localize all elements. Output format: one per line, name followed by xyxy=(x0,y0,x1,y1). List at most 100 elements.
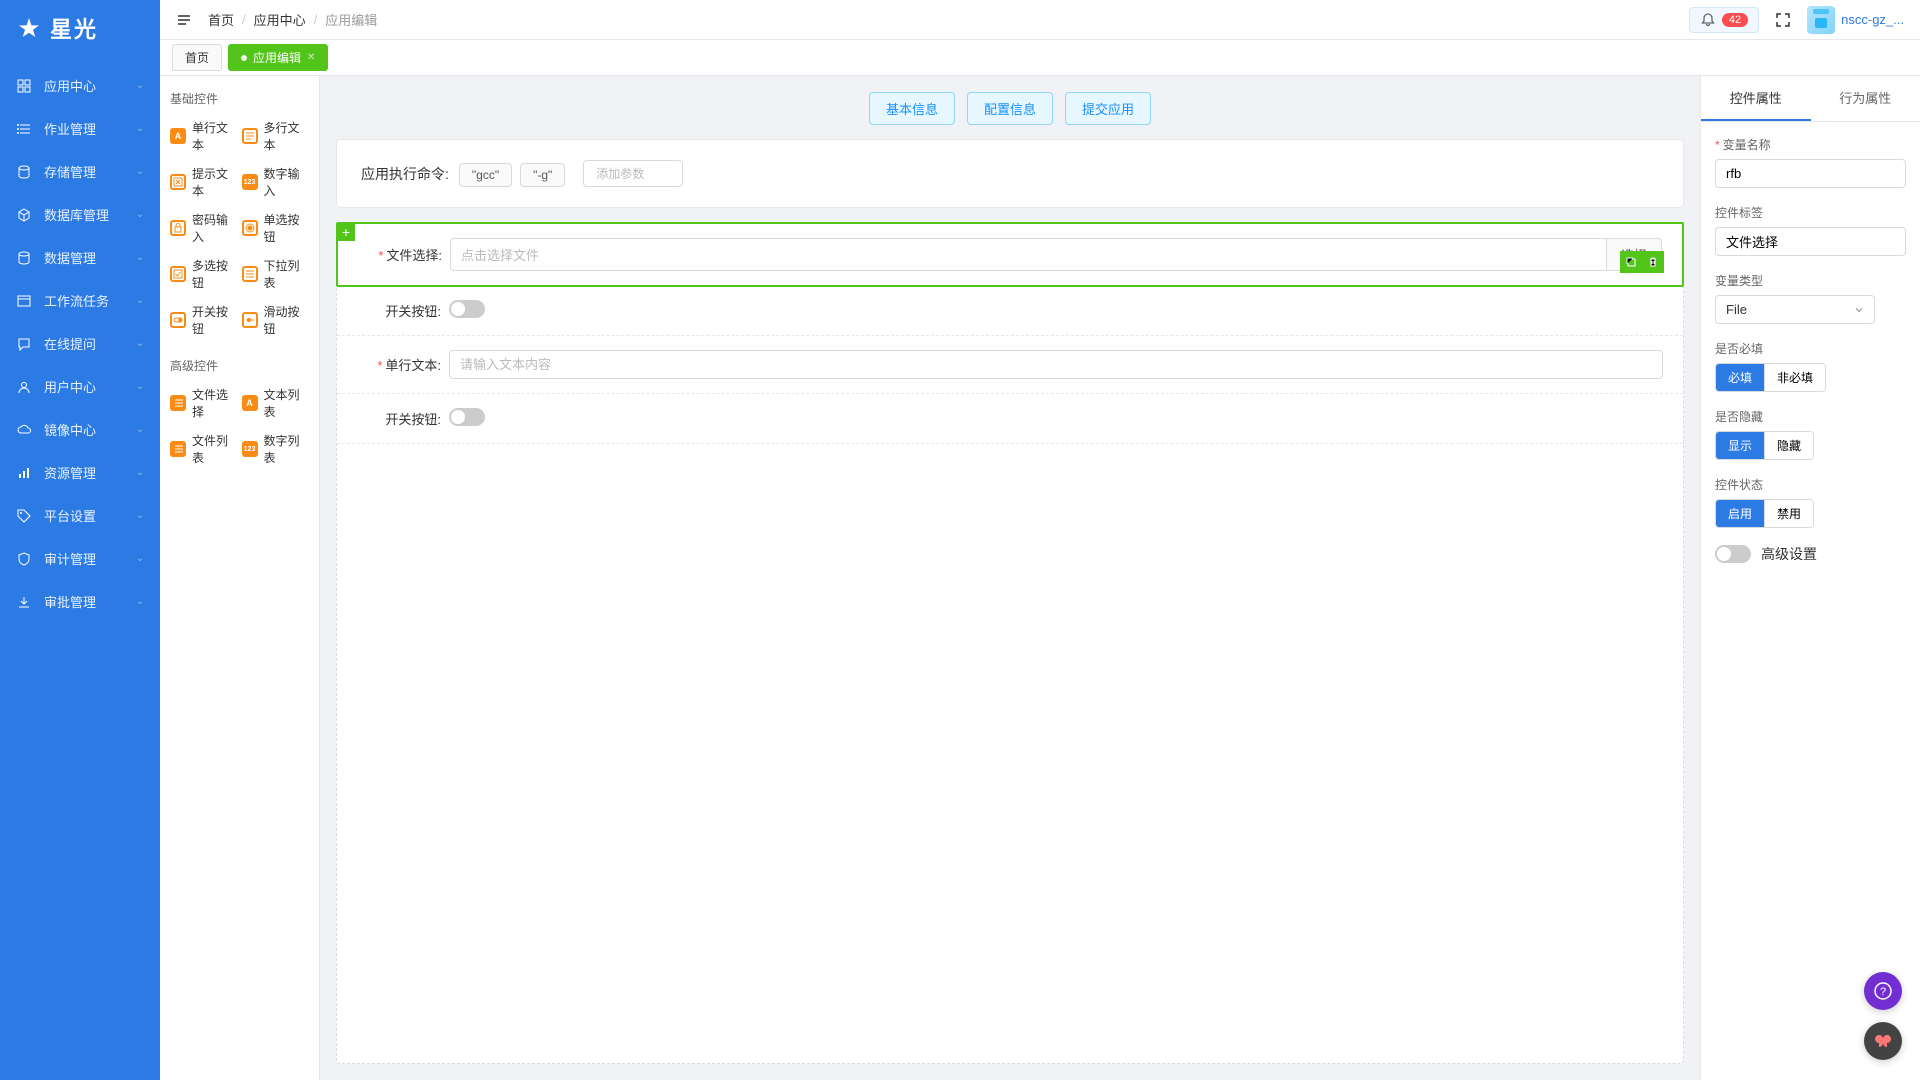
nav-label: 应用中心 xyxy=(44,76,136,95)
breadcrumb-item[interactable]: 首页 xyxy=(208,10,234,29)
form-item-label: *文件选择: xyxy=(358,245,450,264)
add-param-input[interactable]: 添加参数 xyxy=(583,160,683,187)
tab-behavior-props[interactable]: 行为属性 xyxy=(1811,76,1920,121)
var-name-label: *变量名称 xyxy=(1715,136,1906,153)
palette-label: 滑动按钮 xyxy=(264,303,310,337)
palette-slider[interactable]: 滑动按钮 xyxy=(242,301,310,339)
form-item[interactable]: 开关按钮: xyxy=(337,394,1683,444)
palette-label: 单行文本 xyxy=(192,119,238,153)
nav-item-7[interactable]: 用户中心⌄ xyxy=(0,365,160,408)
close-icon[interactable]: ✕ xyxy=(307,52,315,63)
page-tab[interactable]: 应用编辑✕ xyxy=(228,44,328,71)
switch-control[interactable] xyxy=(449,408,485,426)
palette-multi-text[interactable]: 多行文本 xyxy=(242,117,310,155)
command-label: 应用执行命令: xyxy=(361,164,449,184)
command-chip[interactable]: "gcc" xyxy=(459,163,512,187)
chevron-down-icon: ⌄ xyxy=(136,467,144,478)
notification-button[interactable]: 42 xyxy=(1689,7,1759,33)
palette-label: 文件选择 xyxy=(192,386,238,420)
nav-item-11[interactable]: 审计管理⌄ xyxy=(0,537,160,580)
flow-icon xyxy=(16,293,32,309)
nav-label: 平台设置 xyxy=(44,506,136,525)
palette-single-text[interactable]: A单行文本 xyxy=(170,117,238,155)
palette-password-input[interactable]: 密码输入 xyxy=(170,209,238,247)
nav-item-6[interactable]: 在线提问⌄ xyxy=(0,322,160,365)
header: 首页 / 应用中心 / 应用编辑 42 nscc-gz_... xyxy=(160,0,1920,40)
required-no[interactable]: 非必填 xyxy=(1764,364,1825,391)
fab-brain[interactable] xyxy=(1864,1022,1902,1060)
var-name-input[interactable] xyxy=(1715,159,1906,188)
hamburger-icon[interactable] xyxy=(176,12,192,28)
palette-switch[interactable]: 开关按钮 xyxy=(170,301,238,339)
bars-icon xyxy=(16,465,32,481)
state-disabled[interactable]: 禁用 xyxy=(1764,500,1813,527)
palette-label: 文本列表 xyxy=(264,386,310,420)
delete-icon[interactable] xyxy=(1642,251,1664,273)
grid-icon xyxy=(16,78,32,94)
db-icon xyxy=(16,250,32,266)
plus-icon[interactable]: + xyxy=(337,223,355,241)
breadcrumb-item: 应用编辑 xyxy=(325,10,377,29)
var-type-select[interactable]: File xyxy=(1715,295,1875,324)
palette-label: 下拉列表 xyxy=(264,257,310,291)
tab-widget-props[interactable]: 控件属性 xyxy=(1701,76,1811,121)
command-chip[interactable]: "-g" xyxy=(520,163,565,187)
palette-label: 数字列表 xyxy=(264,432,310,466)
bell-icon xyxy=(1700,12,1716,28)
palette-number-list[interactable]: 123数字列表 xyxy=(242,430,310,468)
form-item[interactable]: 开关按钮: xyxy=(337,286,1683,336)
nav-item-8[interactable]: 镜像中心⌄ xyxy=(0,408,160,451)
nav-item-1[interactable]: 作业管理⌄ xyxy=(0,107,160,150)
palette-text-list[interactable]: A文本列表 xyxy=(242,384,310,422)
advanced-switch[interactable] xyxy=(1715,545,1751,563)
breadcrumb-sep: / xyxy=(242,12,246,27)
nav-label: 资源管理 xyxy=(44,463,136,482)
palette-file-list[interactable]: 文件列表 xyxy=(170,430,238,468)
chat-icon xyxy=(16,336,32,352)
state-enabled[interactable]: 启用 xyxy=(1716,500,1764,527)
nav-item-2[interactable]: 存储管理⌄ xyxy=(0,150,160,193)
nav-item-4[interactable]: 数据管理⌄ xyxy=(0,236,160,279)
text-input[interactable] xyxy=(449,350,1663,379)
palette-hint-text[interactable]: 提示文本 xyxy=(170,163,238,201)
download-icon xyxy=(16,594,32,610)
palette-label: 开关按钮 xyxy=(192,303,238,337)
nav-item-9[interactable]: 资源管理⌄ xyxy=(0,451,160,494)
nav-item-3[interactable]: 数据库管理⌄ xyxy=(0,193,160,236)
form-item[interactable]: *单行文本: xyxy=(337,336,1683,394)
action-button[interactable]: 配置信息 xyxy=(967,92,1053,125)
breadcrumb-item[interactable]: 应用中心 xyxy=(254,10,306,29)
required-label: 是否必填 xyxy=(1715,340,1906,357)
switch-control[interactable] xyxy=(449,300,485,318)
hidden-group: 显示 隐藏 xyxy=(1715,431,1814,460)
list-icon xyxy=(16,121,32,137)
nav-item-10[interactable]: 平台设置⌄ xyxy=(0,494,160,537)
action-button[interactable]: 提交应用 xyxy=(1065,92,1151,125)
shield-icon xyxy=(16,551,32,567)
fab-help[interactable]: ? xyxy=(1864,972,1902,1010)
palette-file-select[interactable]: 文件选择 xyxy=(170,384,238,422)
file-input[interactable]: 点击选择文件 xyxy=(450,238,1607,271)
logo: 星光 xyxy=(0,0,160,56)
required-yes[interactable]: 必填 xyxy=(1716,364,1764,391)
page-tab[interactable]: 首页 xyxy=(172,44,222,71)
form-item[interactable]: +*文件选择:点击选择文件选择 xyxy=(336,222,1684,287)
hidden-show[interactable]: 显示 xyxy=(1716,432,1764,459)
palette-label: 文件列表 xyxy=(192,432,238,466)
breadcrumb-sep: / xyxy=(314,12,318,27)
action-button[interactable]: 基本信息 xyxy=(869,92,955,125)
palette-radio[interactable]: 单选按钮 xyxy=(242,209,310,247)
copy-icon[interactable] xyxy=(1620,251,1642,273)
chevron-down-icon: ⌄ xyxy=(136,381,144,392)
palette-number-input[interactable]: 123数字输入 xyxy=(242,163,310,201)
user-menu[interactable]: nscc-gz_... xyxy=(1807,6,1904,34)
nav-item-5[interactable]: 工作流任务⌄ xyxy=(0,279,160,322)
nav-item-12[interactable]: 审批管理⌄ xyxy=(0,580,160,623)
widget-label-input[interactable] xyxy=(1715,227,1906,256)
palette-select[interactable]: 下拉列表 xyxy=(242,255,310,293)
nav-label: 审批管理 xyxy=(44,592,136,611)
palette-checkbox[interactable]: 多选按钮 xyxy=(170,255,238,293)
fullscreen-icon[interactable] xyxy=(1771,8,1795,32)
nav-item-0[interactable]: 应用中心⌄ xyxy=(0,64,160,107)
hidden-hide[interactable]: 隐藏 xyxy=(1764,432,1813,459)
